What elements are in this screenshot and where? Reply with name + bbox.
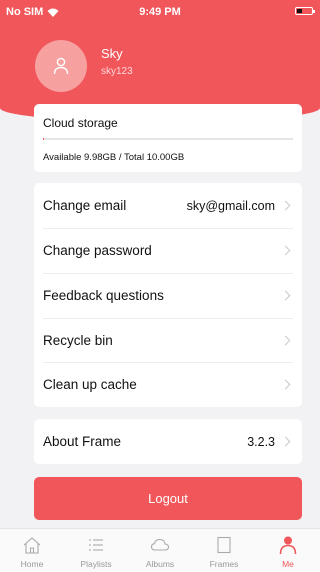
settings-menu: Change email sky@gmail.com Change passwo…: [34, 183, 302, 407]
playlists-icon: [89, 539, 103, 551]
tab-me[interactable]: Me: [256, 529, 320, 572]
menu-label: About Frame: [43, 434, 122, 449]
chevron-right-icon: [280, 436, 291, 447]
change-email-row[interactable]: Change email sky@gmail.com: [34, 183, 302, 228]
tab-playlists[interactable]: Playlists: [64, 529, 128, 572]
tab-label: Home: [20, 559, 44, 569]
status-time: 9:49 PM: [139, 6, 181, 18]
tab-label: Playlists: [80, 559, 112, 569]
tab-label: Albums: [145, 559, 175, 569]
status-bar: No SIM 9:49 PM: [0, 0, 320, 20]
chevron-right-icon: [280, 290, 291, 301]
email-value: sky@gmail.com: [186, 198, 275, 213]
chevron-right-icon: [280, 245, 291, 256]
storage-title: Cloud storage: [43, 116, 118, 130]
tab-home[interactable]: Home: [0, 529, 64, 572]
frame-icon: [217, 536, 231, 554]
user-name: Sky: [101, 46, 123, 61]
menu-label: Change password: [43, 243, 152, 258]
person-icon: [279, 536, 297, 555]
chevron-right-icon: [280, 335, 291, 346]
home-icon: [23, 537, 41, 554]
recycle-bin-row[interactable]: Recycle bin: [34, 318, 302, 363]
tab-bar: Home Playlists Albums Frames Me: [0, 528, 320, 572]
about-frame-row[interactable]: About Frame 3.2.3: [34, 419, 302, 464]
storage-progress-bar: [43, 138, 293, 140]
cloud-storage-card[interactable]: Cloud storage Available 9.98GB / Total 1…: [34, 104, 302, 172]
menu-label: Recycle bin: [43, 333, 113, 348]
version-value: 3.2.3: [247, 434, 275, 449]
change-password-row[interactable]: Change password: [34, 228, 302, 273]
battery-icon: [295, 7, 315, 15]
avatar[interactable]: [35, 40, 87, 92]
chevron-right-icon: [280, 200, 291, 211]
chevron-right-icon: [280, 379, 291, 390]
logout-button[interactable]: Logout: [34, 477, 302, 520]
tab-label: Me: [282, 559, 294, 569]
menu-label: Change email: [43, 198, 127, 213]
storage-info: Available 9.98GB / Total 10.00GB: [43, 152, 185, 163]
tab-label: Frames: [209, 559, 239, 569]
person-icon: [53, 57, 69, 75]
storage-progress-fill: [43, 138, 44, 140]
tab-albums[interactable]: Albums: [128, 529, 192, 572]
user-username: sky123: [101, 66, 133, 77]
clean-up-cache-row[interactable]: Clean up cache: [34, 362, 302, 407]
menu-label: Clean up cache: [43, 377, 137, 392]
tab-frames[interactable]: Frames: [192, 529, 256, 572]
menu-label: Feedback questions: [43, 288, 164, 303]
cloud-icon: [150, 538, 170, 551]
feedback-questions-row[interactable]: Feedback questions: [34, 273, 302, 318]
